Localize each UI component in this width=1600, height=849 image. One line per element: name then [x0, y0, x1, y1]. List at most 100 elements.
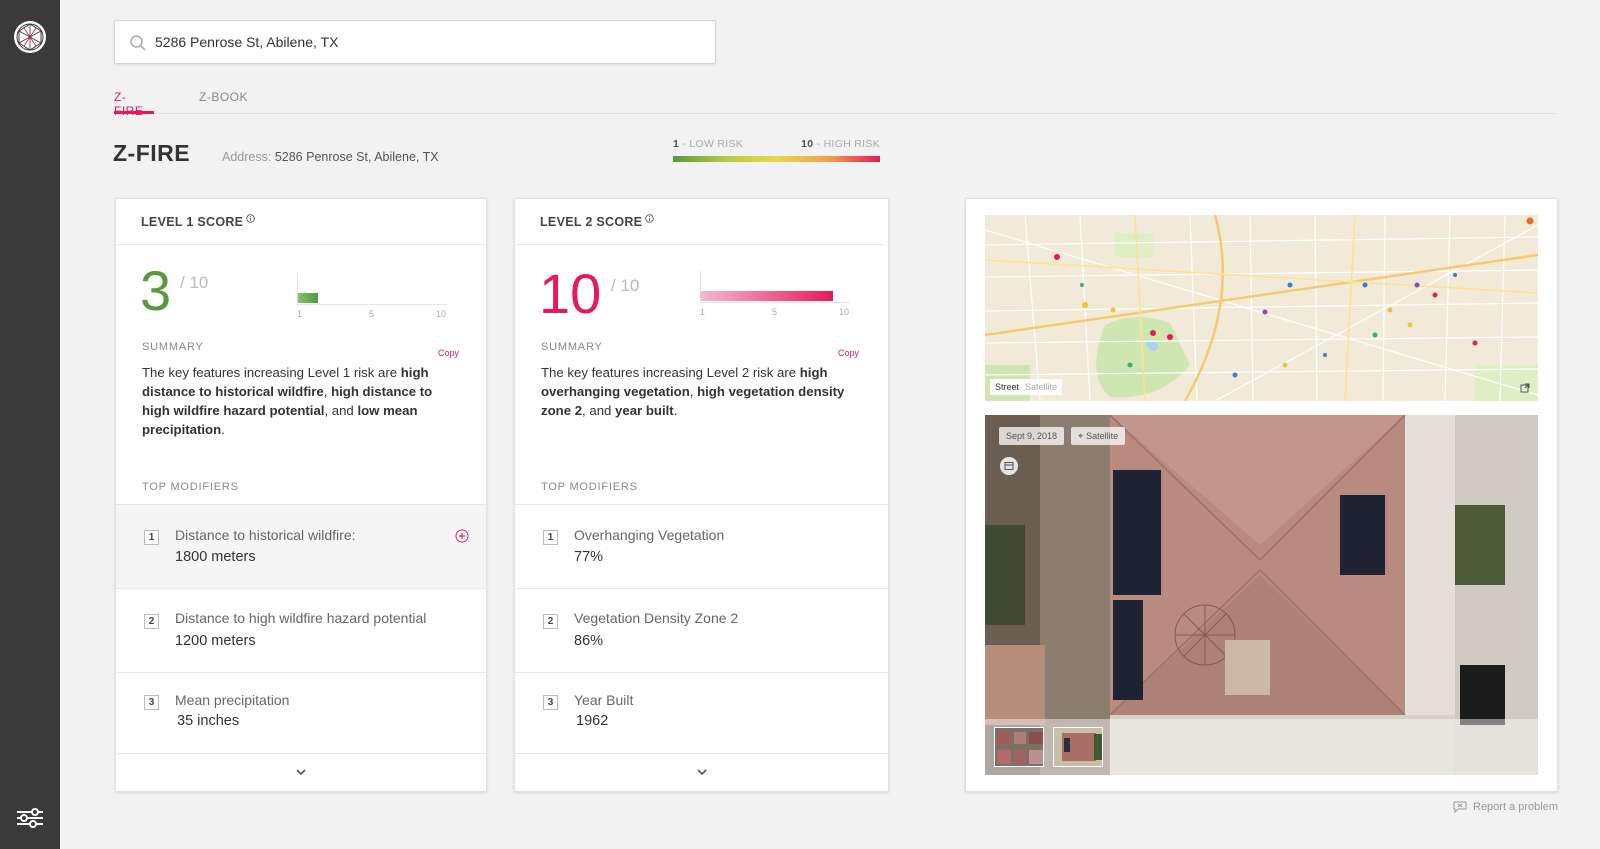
thumbnail[interactable] [994, 727, 1044, 767]
map-type-street[interactable]: Street [995, 382, 1019, 392]
legend-gradient-bar [673, 156, 880, 162]
modifier-label: Distance to historical wildfire: [175, 527, 356, 543]
image-date-chip[interactable]: Sept 9, 2018 [999, 427, 1065, 445]
modifier-number: 2 [144, 614, 159, 629]
plus-circle-icon[interactable] [455, 529, 469, 543]
modifier-row[interactable]: 2 Vegetation Density Zone 2 86% [515, 588, 888, 672]
map-graphic [985, 215, 1538, 401]
modifier-row[interactable]: 1 Distance to historical wildfire: 1800 … [116, 504, 486, 588]
modifier-number: 2 [543, 614, 558, 629]
level-2-score: 10 [539, 262, 602, 325]
summary-part: , [323, 384, 332, 399]
thumbnail-graphic [1054, 728, 1102, 766]
modifier-row[interactable]: 1 Overhanging Vegetation 77% [515, 504, 888, 588]
satellite-icon: ⌖ [1078, 431, 1084, 441]
top-modifiers-label: TOP MODIFIERS [142, 481, 239, 493]
legend-low: 1 - LOW RISK [673, 138, 743, 150]
tab-bar: Z-FIRE Z-BOOK [114, 88, 1556, 118]
summary-label: SUMMARY [541, 341, 603, 353]
modifier-number: 3 [144, 695, 159, 710]
chart-baseline [297, 304, 447, 305]
tick-label: 5 [369, 309, 375, 319]
search-input[interactable] [155, 21, 705, 63]
level-2-score-bar: 1 5 10 [700, 271, 850, 321]
modifier-value: 1200 meters [175, 633, 256, 649]
level-2-card: LEVEL 2 SCORE 10 / 10 1 5 10 SUMMARY Cop… [514, 198, 889, 792]
tab-z-fire[interactable]: Z-FIRE [114, 90, 154, 118]
chart-baseline [700, 302, 850, 303]
score-max: / 10 [611, 276, 640, 295]
summary-label: SUMMARY [142, 341, 204, 353]
summary-text: The key features increasing Level 1 risk… [142, 363, 452, 439]
map-type-satellite[interactable]: Satellite [1025, 382, 1057, 392]
thumbnail[interactable] [1053, 727, 1103, 767]
tab-z-book[interactable]: Z-BOOK [199, 90, 248, 114]
score-bar-fill [298, 293, 318, 303]
search-icon [130, 35, 146, 51]
calendar-icon[interactable] [1000, 457, 1018, 475]
imagery-card: Street Satellite Sept 9, 2018 ⌖ Satellit… [965, 198, 1558, 792]
score-bar-fill [701, 291, 833, 301]
image-source-label: Satellite [1086, 431, 1119, 441]
legend-high: 10 - HIGH RISK [801, 138, 880, 150]
summary-part: , [689, 384, 698, 399]
filter-sliders-icon[interactable] [15, 806, 45, 830]
legend-high-text: - HIGH RISK [816, 138, 880, 150]
modifier-label: Distance to high wildfire hazard potenti… [175, 610, 427, 626]
modifier-value: 86% [574, 633, 604, 649]
modifier-row[interactable]: 3 Mean precipitation 35 inches [116, 672, 486, 754]
chevron-down-icon[interactable] [294, 767, 308, 777]
search-bar [114, 20, 716, 64]
score-max: / 10 [180, 273, 209, 292]
logo-icon[interactable] [12, 19, 48, 55]
summary-highlight: year built [615, 403, 674, 418]
card-header: LEVEL 1 SCORE [116, 199, 486, 245]
copy-link[interactable]: Copy [438, 348, 459, 358]
modifier-row[interactable]: 2 Distance to high wildfire hazard poten… [116, 588, 486, 672]
address-label: Address: [222, 150, 272, 164]
modifier-label: Overhanging Vegetation [574, 527, 725, 543]
report-problem-link[interactable]: Report a problem [1452, 801, 1558, 814]
card-title: LEVEL 1 SCORE [141, 214, 256, 229]
level-1-title: LEVEL 1 SCORE [141, 215, 244, 229]
card-title: LEVEL 2 SCORE [540, 214, 655, 229]
modifier-value: 77% [574, 549, 604, 565]
tick-label: 10 [839, 307, 850, 317]
level-1-score-bar: 1 5 10 [297, 273, 447, 323]
modifier-value: 35 inches [177, 713, 240, 729]
chevron-down-icon[interactable] [695, 767, 709, 777]
summary-part: , and [324, 403, 358, 418]
modifier-label: Mean precipitation [175, 692, 290, 708]
summary-part: The key features increasing Level 1 risk… [142, 365, 401, 380]
map-type-toggle: Street Satellite [990, 379, 1063, 395]
level-1-card: LEVEL 1 SCORE 3 / 10 1 5 10 SUMMARY Copy… [115, 198, 487, 792]
card-footer [116, 753, 486, 791]
report-problem-label: Report a problem [1473, 801, 1558, 813]
address-value: 5286 Penrose St, Abilene, TX [274, 150, 439, 164]
modifier-label: Vegetation Density Zone 2 [574, 610, 739, 626]
top-modifiers-label: TOP MODIFIERS [541, 481, 638, 493]
tick-label: 1 [700, 307, 706, 317]
image-thumbnails [985, 719, 1538, 775]
thumbnail-graphic [995, 728, 1043, 766]
info-icon[interactable] [246, 214, 256, 223]
modifier-number: 1 [543, 530, 558, 545]
card-footer [515, 753, 888, 791]
page-title: Z-FIRE [113, 140, 191, 166]
legend-low-num: 1 [673, 138, 680, 150]
copy-link[interactable]: Copy [838, 348, 859, 358]
summary-text: The key features increasing Level 2 risk… [541, 363, 855, 420]
sidebar [0, 0, 60, 849]
tick-label: 1 [297, 309, 303, 319]
modifier-row[interactable]: 3 Year Built 1962 [515, 672, 888, 754]
legend-high-num: 10 [801, 138, 814, 150]
external-link-icon[interactable] [1520, 383, 1530, 393]
level-2-title: LEVEL 2 SCORE [540, 215, 643, 229]
summary-part: , and [582, 403, 616, 418]
legend-low-text: - LOW RISK [682, 138, 744, 150]
image-source-chip[interactable]: ⌖ Satellite [1071, 427, 1126, 445]
modifier-value: 1962 [576, 713, 609, 729]
info-icon[interactable] [645, 214, 655, 223]
street-map[interactable]: Street Satellite [985, 215, 1538, 401]
address-line: Address: 5286 Penrose St, Abilene, TX [222, 150, 439, 164]
